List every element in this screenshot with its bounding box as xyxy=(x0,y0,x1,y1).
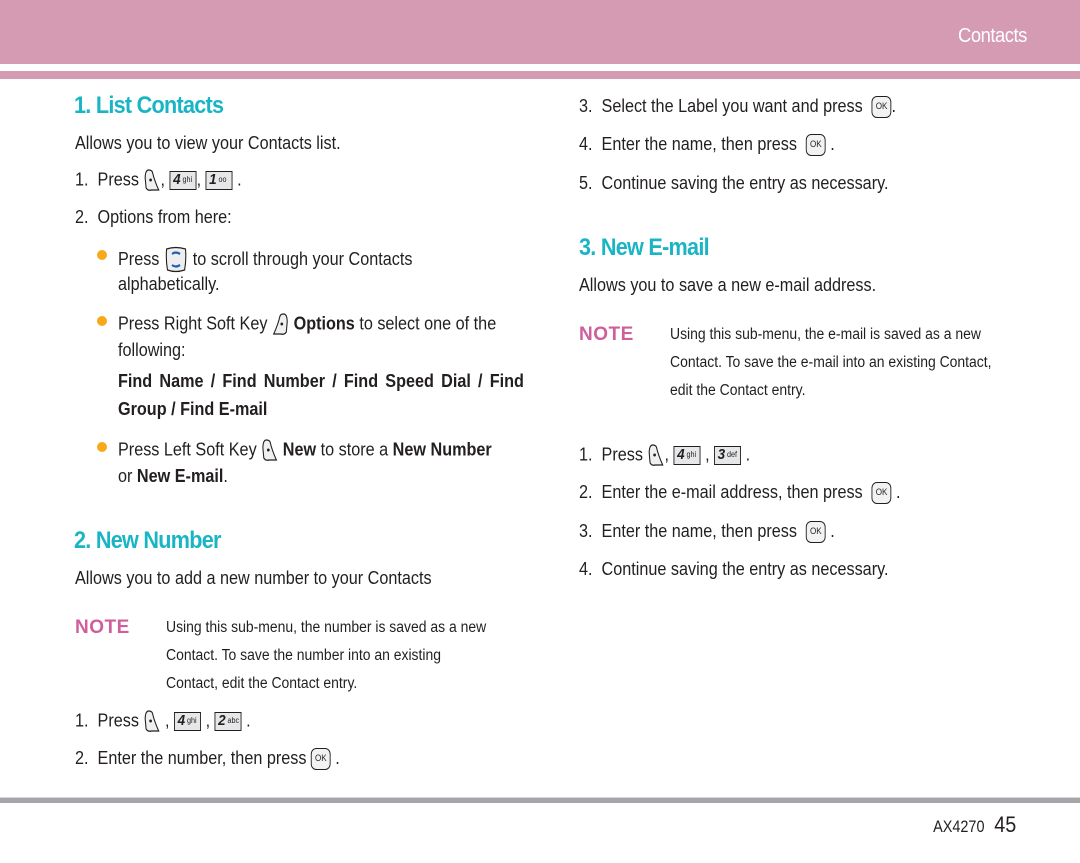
bullet-2-line-1: Press Right Soft Key Options to select o… xyxy=(118,312,496,337)
find-options-line-2: Group / Find E-mail xyxy=(118,399,268,419)
header-stripe xyxy=(0,71,1080,79)
list-contacts-desc: Allows you to view your Contacts list. xyxy=(75,133,341,153)
heading-new-number: 2. New Number xyxy=(74,527,221,554)
new-email-step-2: 2. Enter the e-mail address, then press … xyxy=(579,482,900,505)
key-3-def-icon: 3 def xyxy=(714,446,742,465)
ok-key-icon: OK xyxy=(310,748,331,771)
heading-new-email: 3. New E-mail xyxy=(579,234,710,261)
new-number-step-2: 2. Enter the number, then press OK . xyxy=(75,748,340,771)
header-band xyxy=(0,0,1080,64)
list-contacts-step-1: 1. Press , 4 ghi, 1 oo . xyxy=(75,168,242,193)
bullet-1-line-1: Press to scroll through your Contacts xyxy=(118,246,412,274)
step-text: Press xyxy=(97,169,139,190)
bullet-2-line-2: following: xyxy=(118,340,186,360)
page-number: 45 xyxy=(993,812,1016,837)
key-4-ghi-icon: 4 ghi xyxy=(174,712,202,731)
footer-rule xyxy=(0,797,1080,803)
list-contacts-step-2: 2. Options from here: xyxy=(75,207,232,227)
new-email-step-1: 1. Press , 4 ghi , 3 def . xyxy=(579,443,750,468)
new-number-step-1: 1. Press , 4 ghi , 2 abc . xyxy=(75,709,251,734)
left-soft-key-icon xyxy=(144,169,160,191)
section-title: Contacts xyxy=(958,25,1027,47)
new-number-step-3: 3. Select the Label you want and press O… xyxy=(579,96,896,119)
step-number: 1. xyxy=(75,169,89,190)
new-email-step-4: 4. Continue saving the entry as necessar… xyxy=(579,559,889,579)
bullet-icon xyxy=(97,442,107,452)
bullet-icon xyxy=(97,316,107,326)
bullet-3-line-2: or New E-mail. xyxy=(118,466,228,486)
ok-key-icon: OK xyxy=(805,134,826,157)
ok-key-icon: OK xyxy=(871,482,892,505)
key-1-voicemail-icon: 1 oo xyxy=(205,171,233,190)
new-email-desc: Allows you to save a new e-mail address. xyxy=(579,275,877,295)
left-soft-key-icon xyxy=(648,444,664,466)
ok-key-icon: OK xyxy=(805,521,826,544)
find-options-line-1: Find Name / Find Number / Find Speed Dia… xyxy=(118,371,524,391)
new-email-note: Using this sub-menu, the e-mail is saved… xyxy=(670,326,992,399)
right-soft-key-icon xyxy=(272,313,288,335)
bullet-1-line-2: alphabetically. xyxy=(118,274,220,294)
nav-up-down-key-icon xyxy=(165,246,187,273)
key-4-ghi-icon: 4 ghi xyxy=(169,171,197,190)
left-soft-key-icon xyxy=(262,439,278,461)
note-label: NOTE xyxy=(75,617,130,638)
heading-list-contacts: 1. List Contacts xyxy=(74,92,224,119)
key-2-abc-icon: 2 abc xyxy=(214,712,242,731)
new-number-note: Using this sub-menu, the number is saved… xyxy=(166,619,487,692)
footer: AX4270 45 xyxy=(924,812,1017,838)
note-label: NOTE xyxy=(579,324,634,345)
new-number-desc: Allows you to add a new number to your C… xyxy=(75,568,432,588)
key-4-ghi-icon: 4 ghi xyxy=(673,446,701,465)
model-name: AX4270 xyxy=(933,817,985,836)
new-number-step-5: 5. Continue saving the entry as necessar… xyxy=(579,173,889,193)
bullet-3-line-1: Press Left Soft Key New to store a New N… xyxy=(118,438,492,463)
bullet-icon xyxy=(97,250,107,260)
new-email-step-3: 3. Enter the name, then press OK . xyxy=(579,521,835,544)
left-soft-key-icon xyxy=(144,710,160,732)
ok-key-icon: OK xyxy=(871,96,892,119)
new-number-step-4: 4. Enter the name, then press OK . xyxy=(579,134,835,157)
